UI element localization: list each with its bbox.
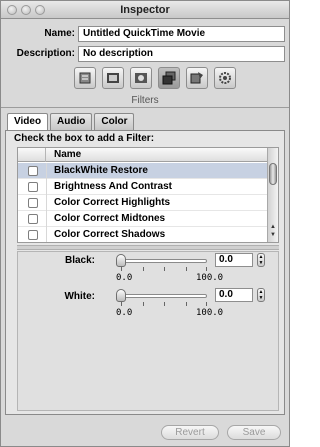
column-divider [46,227,47,242]
slider-tick [121,267,122,271]
name-field[interactable]: Untitled QuickTime Movie [78,26,285,42]
description-label: Description: [16,48,75,59]
summary-icon [79,72,91,84]
white-label: White: [64,291,95,302]
filter-name: BlackWhite Restore [54,165,148,176]
slider-tick [186,302,187,306]
slider-tick [164,302,165,306]
tab-audio[interactable]: Audio [50,113,93,131]
black-stepper-icon[interactable]: ▲ ▼ [257,253,265,267]
name-column-header[interactable]: Name [54,149,81,160]
table-row[interactable]: Color Correct Shadows [18,227,268,242]
table-row[interactable]: BlackWhite Restore [18,163,268,179]
black-slider-knob[interactable] [116,254,126,267]
white-slider-knob[interactable] [116,289,126,302]
table-row[interactable]: Color Correct Highlights [18,195,268,211]
filter-name: Brightness And Contrast [54,181,172,192]
column-divider [46,195,47,211]
filter-checkbox[interactable] [28,182,38,192]
black-min-label: 0.0 [116,273,133,283]
inspector-toolbar [74,67,240,91]
white-min-label: 0.0 [116,308,133,318]
black-slider-track[interactable] [119,259,207,263]
slider-tick [186,267,187,271]
filter-list-scrollbar[interactable]: ▲ ▼ [267,148,278,242]
filter-hint: Check the box to add a Filter: [14,133,155,144]
filter-table: Name BlackWhite Restore Brightness And C… [17,147,279,243]
table-row[interactable]: Brightness And Contrast [18,179,268,195]
black-label: Black: [64,255,95,266]
white-slider-track[interactable] [119,294,207,298]
column-divider [46,179,47,195]
white-value-field[interactable]: 0.0 [215,288,253,302]
white-max-label: 100.0 [196,308,224,318]
scroll-down-arrow-icon[interactable]: ▼ [270,232,276,238]
description-field[interactable]: No description [78,46,285,62]
save-button[interactable]: Save [227,425,281,440]
column-divider [46,163,47,179]
title-bar[interactable]: Inspector [1,1,289,19]
settings-button[interactable] [214,67,236,89]
filter-name: Color Correct Shadows [54,229,166,240]
slider-tick [143,302,144,306]
summary-button[interactable] [74,67,96,89]
name-row: Name: Untitled QuickTime Movie [1,26,289,42]
description-row: Description: No description [1,46,289,62]
audio-button[interactable] [130,67,152,89]
slider-tick [206,267,207,271]
white-stepper-icon[interactable]: ▲ ▼ [257,288,265,302]
scroll-up-arrow-icon[interactable]: ▲ [270,224,276,230]
slider-tick [206,302,207,306]
black-value-field[interactable]: 0.0 [215,253,253,267]
toolbar-divider [1,107,289,108]
checkbox-column-header[interactable] [18,148,46,162]
settings-gear-icon [219,72,231,84]
filter-checkbox[interactable] [28,198,38,208]
filters-button[interactable] [158,67,180,89]
slider-tick [121,302,122,306]
filter-name: Color Correct Midtones [54,213,166,224]
filter-name: Color Correct Highlights [54,197,171,208]
scrollbar-thumb[interactable] [269,163,277,185]
filter-checkbox[interactable] [28,166,38,176]
pane-splitter[interactable] [17,245,279,250]
column-divider [46,211,47,227]
toolbar-section-label: Filters [131,95,159,106]
slider-tick [143,267,144,271]
inspector-window: Inspector Name: Untitled QuickTime Movie… [0,0,290,447]
actions-icon [190,72,203,84]
revert-button[interactable]: Revert [161,425,219,440]
name-label: Name: [44,28,75,39]
filter-checkbox[interactable] [28,230,38,240]
table-row[interactable]: Color Correct Midtones [18,211,268,227]
actions-button[interactable] [186,67,208,89]
table-header: Name [18,148,268,162]
black-max-label: 100.0 [196,273,224,283]
filter-checkbox[interactable] [28,214,38,224]
video-settings-icon [107,73,119,83]
slider-tick [164,267,165,271]
tab-color[interactable]: Color [94,113,135,131]
window-title: Inspector [120,4,170,16]
video-settings-button[interactable] [102,67,124,89]
filters-icon [162,71,176,85]
audio-icon [135,73,147,83]
tab-bar: Video Audio Color [7,113,136,132]
filter-parameters [17,251,279,411]
